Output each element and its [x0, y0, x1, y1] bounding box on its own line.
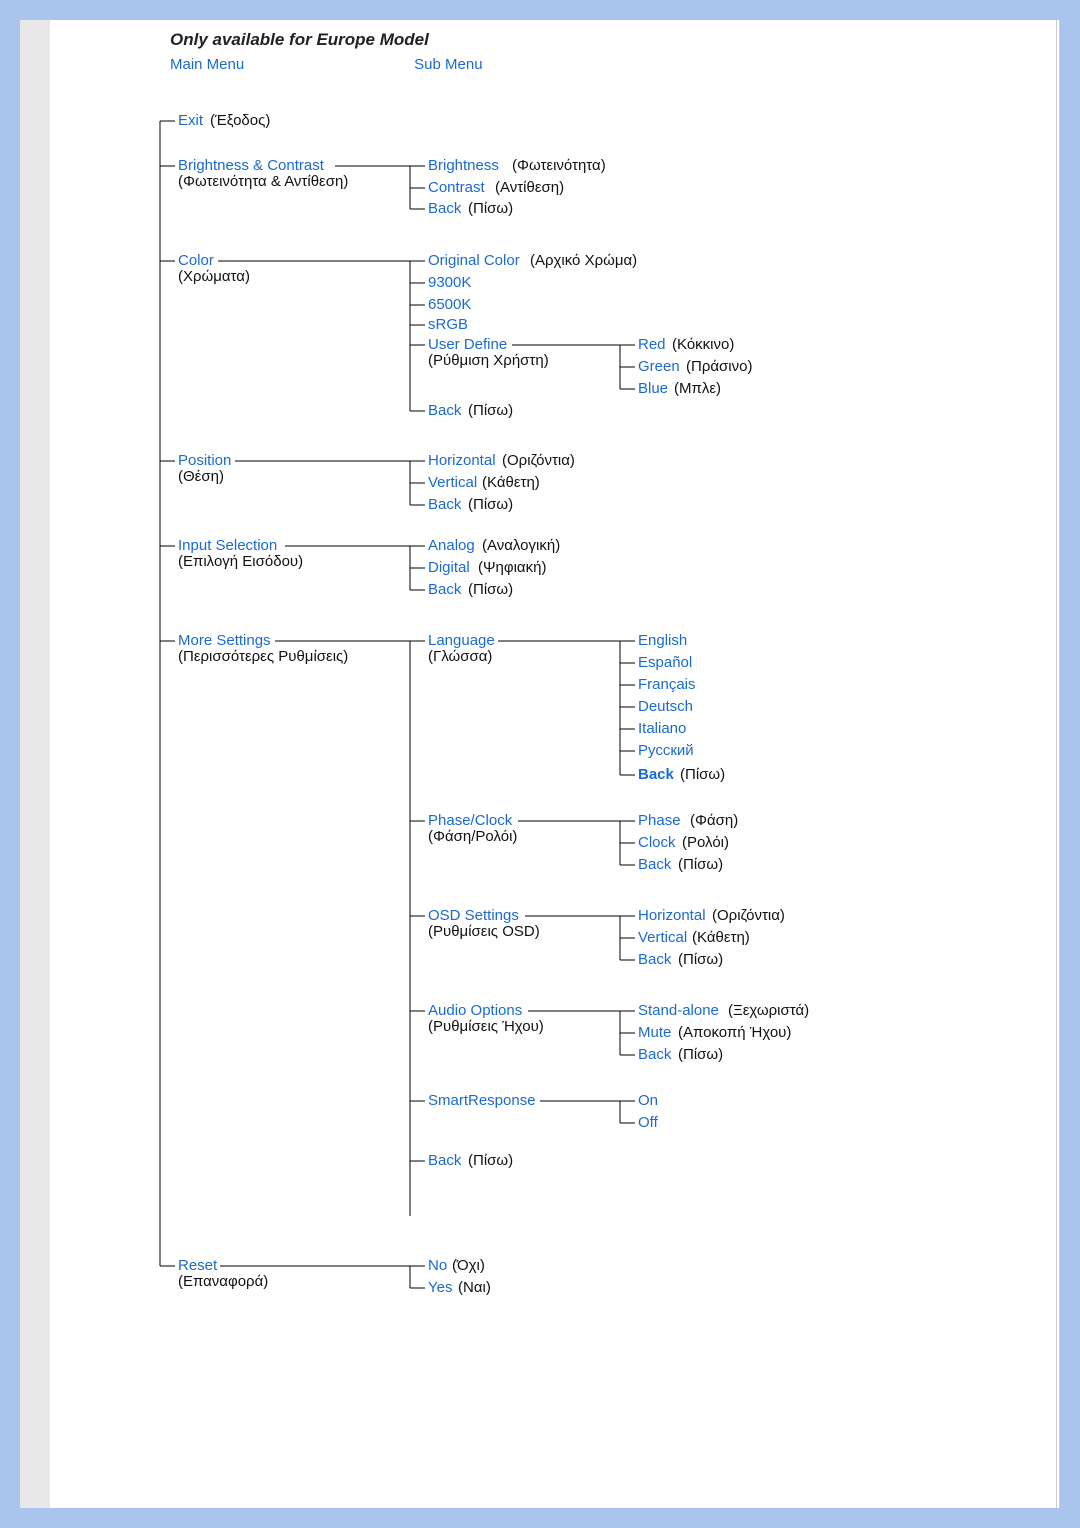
lang-back: Back	[638, 766, 675, 783]
exit-gr: (Έξοδος)	[210, 112, 270, 129]
reset-yes-gr: (Ναι)	[458, 1279, 491, 1296]
lang-back-gr: (Πίσω)	[680, 766, 725, 783]
color-orig: Original Color	[428, 252, 520, 269]
bc-item: Brightness & Contrast	[178, 157, 325, 174]
color-item: Color	[178, 252, 214, 269]
color-user-gr: (Ρύθμιση Χρήστη)	[428, 352, 549, 369]
color-srgb: sRGB	[428, 316, 468, 333]
phase-back: Back	[638, 856, 672, 873]
smart-item: SmartResponse	[428, 1092, 536, 1109]
header-main: Main Menu	[170, 56, 410, 73]
lang-gr: (Γλώσσα)	[428, 648, 492, 665]
pos-v-gr: (Κάθετη)	[482, 474, 540, 491]
osd-gr: (Ρυθμίσεις OSD)	[428, 923, 540, 940]
phase-c-gr: (Ρολόι)	[682, 834, 729, 851]
pos-h: Horizontal	[428, 452, 496, 469]
osd-h: Horizontal	[638, 907, 706, 924]
pos-v: Vertical	[428, 474, 477, 491]
lang-item: Language	[428, 632, 495, 649]
osd-h-gr: (Οριζόντια)	[712, 907, 785, 924]
pos-item: Position	[178, 452, 231, 469]
phase-back-gr: (Πίσω)	[678, 856, 723, 873]
osd-back: Back	[638, 951, 672, 968]
lang-francais: Français	[638, 676, 696, 693]
header-sub: Sub Menu	[414, 56, 482, 73]
column-headers: Main Menu Sub Menu	[170, 56, 1050, 73]
bc-contrast-gr: (Αντίθεση)	[495, 179, 564, 196]
smart-off: Off	[638, 1114, 659, 1131]
page-note: Only available for Europe Model	[170, 30, 1050, 50]
user-blue: Blue	[638, 380, 668, 397]
reset-gr: (Επαναφορά)	[178, 1273, 268, 1290]
color-9300k: 9300K	[428, 274, 471, 291]
phase-gr: (Φάση/Ρολόι)	[428, 828, 517, 845]
bc-brightness: Brightness	[428, 157, 499, 174]
osd-v-gr: (Κάθετη)	[692, 929, 750, 946]
input-digital-gr: (Ψηφιακή)	[478, 559, 546, 576]
lang-deutsch: Deutsch	[638, 698, 693, 715]
margin-shade	[20, 20, 50, 1508]
pos-back: Back	[428, 496, 462, 513]
more-gr: (Περισσότερες Ρυθμίσεις)	[178, 648, 348, 665]
phase-item: Phase/Clock	[428, 812, 513, 829]
audio-stand: Stand-alone	[638, 1002, 719, 1019]
input-item: Input Selection	[178, 537, 277, 554]
color-back-gr: (Πίσω)	[468, 402, 513, 419]
bc-brightness-gr: (Φωτεινότητα)	[512, 157, 606, 174]
bc-gr: (Φωτεινότητα & Αντίθεση)	[178, 173, 348, 190]
audio-gr: (Ρυθμίσεις Ήχου)	[428, 1018, 544, 1035]
audio-mute: Mute	[638, 1024, 671, 1041]
bc-contrast: Contrast	[428, 179, 486, 196]
reset-no-gr: (Όχι)	[452, 1257, 485, 1274]
color-orig-gr: (Αρχικό Χρώμα)	[530, 252, 637, 269]
input-analog: Analog	[428, 537, 475, 554]
color-back: Back	[428, 402, 462, 419]
user-red-gr: (Κόκκινο)	[672, 336, 734, 353]
more-back-gr: (Πίσω)	[468, 1152, 513, 1169]
audio-mute-gr: (Αποκοπή Ήχου)	[678, 1024, 791, 1041]
reset-item: Reset	[178, 1257, 218, 1274]
reset-yes: Yes	[428, 1279, 452, 1296]
document-page: Only available for Europe Model Main Men…	[20, 20, 1060, 1508]
user-blue-gr: (Μπλε)	[674, 380, 721, 397]
exit-item: Exit	[178, 112, 204, 129]
phase-p-gr: (Φάση)	[690, 812, 738, 829]
pos-back-gr: (Πίσω)	[468, 496, 513, 513]
bc-back-gr: (Πίσω)	[468, 200, 513, 217]
color-gr: (Χρώματα)	[178, 268, 250, 285]
input-back-gr: (Πίσω)	[468, 581, 513, 598]
pos-h-gr: (Οριζόντια)	[502, 452, 575, 469]
input-digital: Digital	[428, 559, 470, 576]
lang-russian: Русский	[638, 742, 694, 759]
audio-back: Back	[638, 1046, 672, 1063]
color-user: User Define	[428, 336, 507, 353]
user-green-gr: (Πράσινο)	[686, 358, 752, 375]
lang-italiano: Italiano	[638, 720, 686, 737]
more-item: More Settings	[178, 632, 271, 649]
smart-on: On	[638, 1092, 658, 1109]
more-back: Back	[428, 1152, 462, 1169]
osd-back-gr: (Πίσω)	[678, 951, 723, 968]
bc-back: Back	[428, 200, 462, 217]
input-analog-gr: (Αναλογική)	[482, 537, 560, 554]
user-red: Red	[638, 336, 666, 353]
audio-item: Audio Options	[428, 1002, 522, 1019]
menu-tree: Exit (Έξοδος) Brightness & Contrast (Φωτ…	[150, 101, 970, 1341]
lang-english: English	[638, 632, 687, 649]
osd-v: Vertical	[638, 929, 687, 946]
osd-item: OSD Settings	[428, 907, 519, 924]
audio-back-gr: (Πίσω)	[678, 1046, 723, 1063]
user-green: Green	[638, 358, 680, 375]
phase-phase: Phase	[638, 812, 681, 829]
color-6500k: 6500K	[428, 296, 471, 313]
input-back: Back	[428, 581, 462, 598]
lang-espanol: Español	[638, 654, 692, 671]
input-gr: (Επιλογή Εισόδου)	[178, 553, 303, 570]
phase-clock: Clock	[638, 834, 676, 851]
audio-stand-gr: (Ξεχωριστά)	[728, 1002, 809, 1019]
reset-no: No	[428, 1257, 447, 1274]
pos-gr: (Θέση)	[178, 468, 224, 485]
